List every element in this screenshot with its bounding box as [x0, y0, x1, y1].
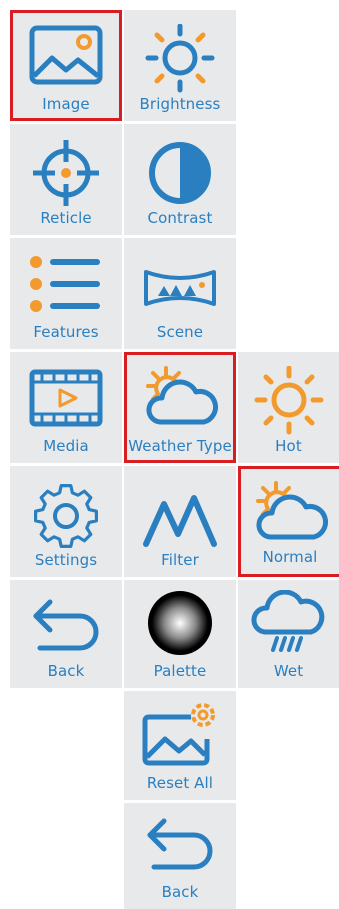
menu-item-reset-all[interactable]: Reset All — [124, 691, 236, 800]
menu-item-image[interactable]: Image — [10, 10, 122, 121]
gear-icon — [33, 483, 99, 549]
menu-item-label: Filter — [161, 551, 199, 569]
rain-cloud-icon — [251, 590, 324, 652]
filter-peaks-icon — [143, 495, 217, 547]
menu-item-label: Palette — [153, 662, 207, 680]
normal-cloud-sun-icon — [256, 481, 328, 540]
menu-item-reticle[interactable]: Reticle — [10, 124, 122, 235]
menu-item-settings[interactable]: Settings — [10, 466, 122, 577]
menu-item-contrast[interactable]: Contrast — [124, 124, 236, 235]
menu-item-weather-type[interactable]: Weather Type — [124, 352, 236, 463]
image-icon — [29, 25, 103, 85]
menu-item-label: Image — [42, 95, 90, 113]
menu-item-label: Contrast — [147, 209, 213, 227]
menu-item-palette[interactable]: Palette — [124, 580, 236, 688]
menu-item-label: Reticle — [40, 209, 92, 227]
menu-item-back[interactable]: Back — [124, 803, 236, 909]
menu-item-brightness[interactable]: Brightness — [124, 10, 236, 121]
menu-item-scene[interactable]: Scene — [124, 238, 236, 349]
menu-item-wet[interactable]: Wet — [238, 580, 339, 688]
menu-item-label: Back — [47, 662, 85, 680]
reticle-icon — [33, 140, 99, 206]
menu-item-label: Brightness — [139, 95, 221, 113]
scene-panorama-icon — [144, 270, 216, 306]
menu-item-label: Wet — [273, 662, 304, 680]
menu-item-label: Normal — [262, 548, 318, 566]
menu-item-back[interactable]: Back — [10, 580, 122, 688]
menu-item-media[interactable]: Media — [10, 352, 122, 463]
hot-sun-icon — [254, 366, 323, 435]
menu-item-label: Features — [33, 323, 99, 341]
sun-icon — [145, 24, 215, 93]
menu-item-label: Media — [43, 437, 89, 455]
menu-item-features[interactable]: Features — [10, 238, 122, 349]
weather-cloud-sun-icon — [146, 366, 218, 425]
features-list-icon — [30, 256, 100, 312]
back-arrow-icon — [33, 599, 99, 651]
menu-item-label: Settings — [34, 551, 98, 569]
back-arrow-icon — [147, 818, 213, 870]
contrast-icon — [149, 142, 211, 204]
palette-sphere-icon — [148, 591, 212, 655]
menu-item-filter[interactable]: Filter — [124, 466, 236, 577]
menu-item-label: Scene — [156, 323, 204, 341]
menu-item-hot[interactable]: Hot — [238, 352, 339, 463]
menu-item-label: Reset All — [146, 774, 214, 792]
menu-item-label: Back — [161, 883, 199, 901]
menu-item-normal[interactable]: Normal — [238, 466, 339, 577]
reset-image-gear-icon — [142, 703, 215, 766]
menu-item-label: Weather Type — [128, 437, 232, 455]
media-film-icon — [29, 369, 103, 427]
menu-item-label: Hot — [275, 437, 302, 455]
